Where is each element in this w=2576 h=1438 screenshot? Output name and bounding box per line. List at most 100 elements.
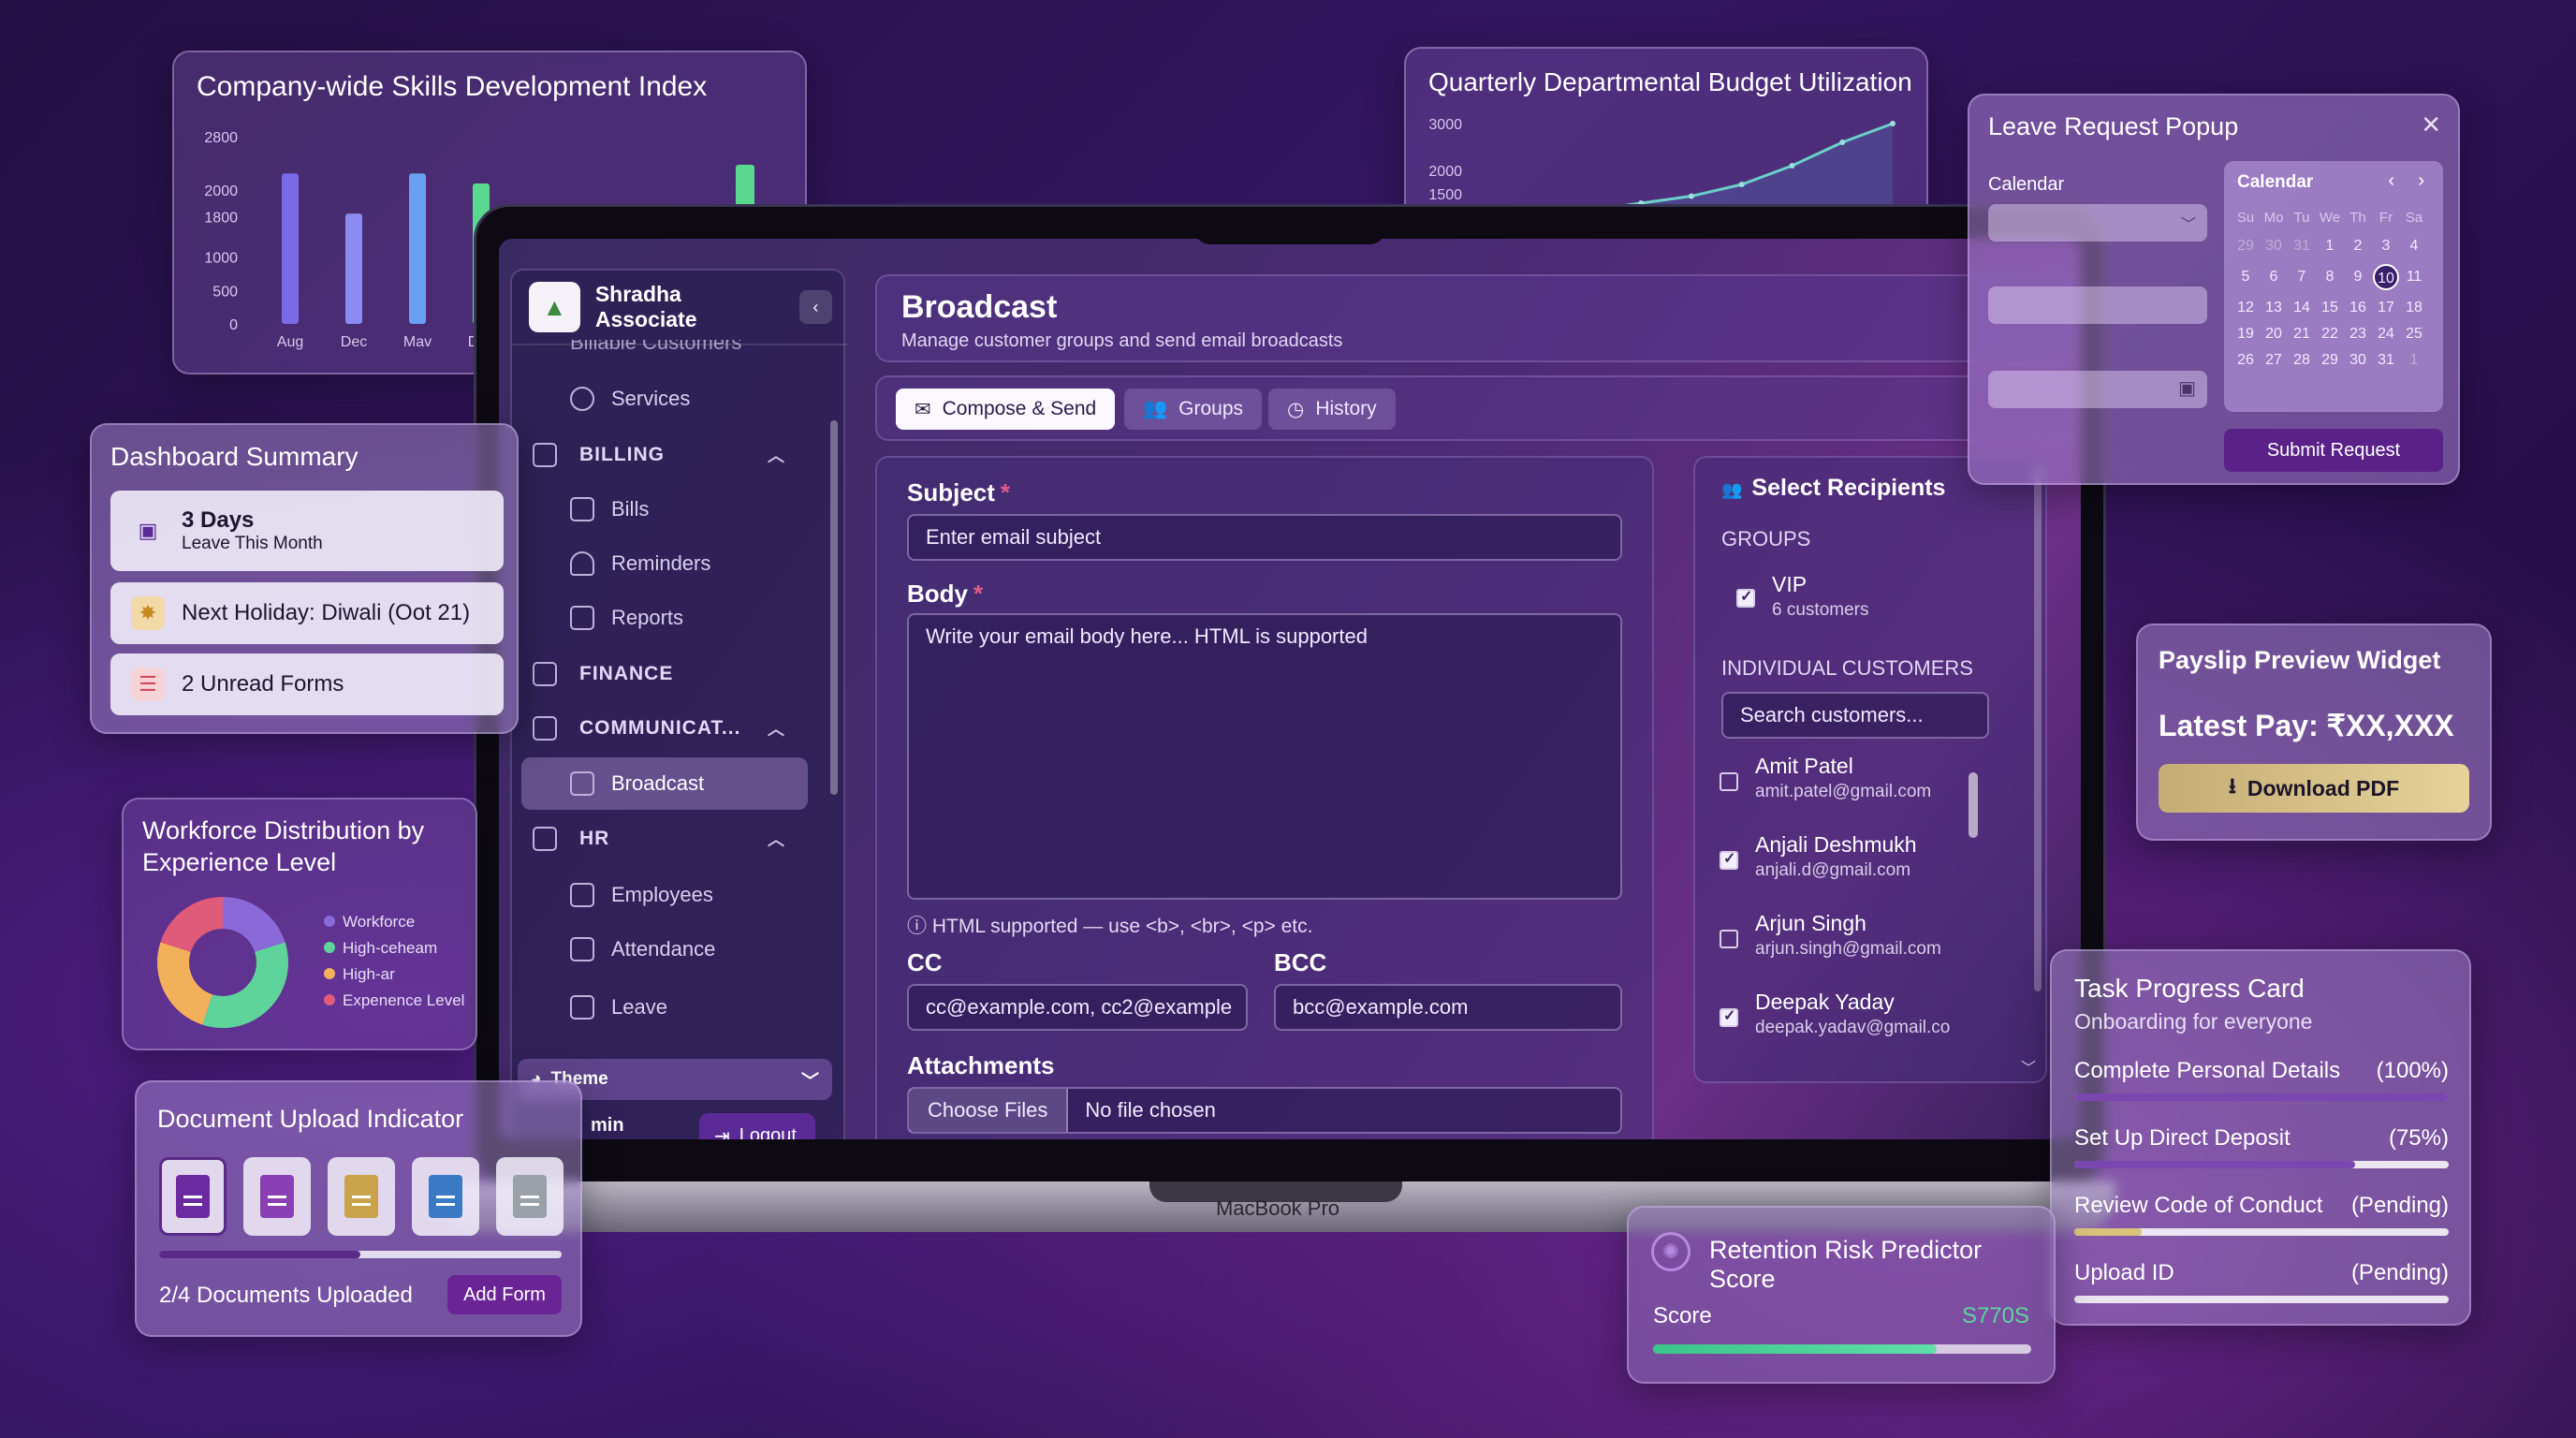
calendar-day[interactable]: 3	[2372, 233, 2400, 259]
tab-history[interactable]: ◷ History	[1268, 389, 1396, 430]
weekday-label: Mo	[2263, 210, 2284, 226]
customer-checkbox[interactable]	[1720, 772, 1738, 791]
document-icon	[243, 1157, 311, 1236]
submit-request-button[interactable]: Submit Request	[2224, 429, 2443, 472]
sidebar-item-attendance[interactable]: Attendance	[570, 937, 715, 961]
vip-checkbox[interactable]	[1736, 587, 1755, 608]
calendar-day[interactable]: 15	[2316, 295, 2344, 321]
collapse-sidebar-button[interactable]: ‹	[798, 290, 832, 324]
sidebar-item-bills[interactable]: Bills	[570, 497, 649, 521]
customer-checkbox[interactable]	[1720, 1006, 1738, 1027]
calendar-day[interactable]: 6	[2260, 259, 2288, 295]
calendar-day[interactable]: 11	[2400, 259, 2428, 295]
calendar-day[interactable]: 22	[2316, 321, 2344, 347]
calendar-day[interactable]: 29	[2316, 347, 2344, 374]
leave-summary-row[interactable]: ▣ 3 Days Leave This Month	[110, 491, 504, 571]
page-subtitle: Manage customer groups and send email br…	[901, 330, 1343, 351]
calendar-day[interactable]: 4	[2400, 233, 2428, 259]
calendar-day[interactable]: 20	[2260, 321, 2288, 347]
calendar-day[interactable]: 12	[2232, 295, 2260, 321]
date-field[interactable]: ▣	[1988, 371, 2207, 408]
calendar-day[interactable]: 2	[2344, 233, 2372, 259]
calendar-day[interactable]: 31	[2372, 347, 2400, 374]
file-input[interactable]: Choose Files No file chosen	[907, 1087, 1622, 1134]
download-pdf-button[interactable]: ⭳ Download PDF	[2159, 764, 2469, 813]
body-label: Body *	[907, 580, 984, 608]
calendar-day[interactable]: 7	[2288, 259, 2316, 295]
close-icon[interactable]: ✕	[2421, 110, 2441, 139]
forms-text: 2 Unread Forms	[182, 671, 344, 697]
sidebar-brand[interactable]: ▲ Shradha Associate ‹	[512, 271, 847, 345]
calendar-day[interactable]: 18	[2400, 295, 2428, 321]
body-textarea[interactable]: Write your email body here... HTML is su…	[907, 613, 1622, 900]
sidebar-item-employees[interactable]: Employees	[570, 883, 713, 907]
brand-logo-icon: ▲	[529, 282, 580, 332]
sidebar-section-billing[interactable]: BILLING ︿	[533, 443, 785, 467]
sidebar-item-label: Broadcast	[611, 771, 705, 795]
calendar-day[interactable]: 30	[2344, 347, 2372, 374]
forms-row[interactable]: ☰ 2 Unread Forms	[110, 653, 504, 715]
data-point	[1839, 139, 1846, 145]
task-status: (75%)	[2388, 1125, 2449, 1151]
calendar-day[interactable]: 8	[2316, 259, 2344, 295]
calendar-day[interactable]: 17	[2372, 295, 2400, 321]
calendar-day[interactable]: 21	[2288, 321, 2316, 347]
calendar-day[interactable]: 19	[2232, 321, 2260, 347]
calendar-day[interactable]: 30	[2260, 233, 2288, 259]
list-scroll-thumb[interactable]	[1969, 772, 1978, 838]
customer-checkbox[interactable]	[1720, 849, 1738, 870]
holiday-row[interactable]: ✸ Next Holiday: Diwali (Oot 21)	[110, 582, 504, 644]
calendar-day[interactable]: 25	[2400, 321, 2428, 347]
calendar-day[interactable]: 29	[2232, 233, 2260, 259]
calendar-day[interactable]: 31	[2288, 233, 2316, 259]
next-month-button[interactable]: ›	[2418, 170, 2424, 192]
sidebar-section-hr[interactable]: HR ︿	[533, 827, 785, 851]
bcc-input[interactable]: bcc@example.com	[1274, 984, 1622, 1031]
panel-scrollbar[interactable]	[2034, 467, 2042, 991]
calendar-day[interactable]: 14	[2288, 295, 2316, 321]
customer-search-input[interactable]: Search customers...	[1721, 692, 1989, 739]
chevron-down-icon[interactable]: ﹀	[2021, 1055, 2036, 1078]
calendar-day[interactable]: 27	[2260, 347, 2288, 374]
calendar-day[interactable]: 9	[2344, 259, 2372, 295]
sidebar-item-broadcast[interactable]: Broadcast	[521, 757, 808, 810]
y-tick-label: 1000	[204, 251, 238, 267]
calendar-dropdown[interactable]: ﹀	[1988, 204, 2207, 242]
logout-button[interactable]: ⇥ Logout	[699, 1113, 815, 1139]
calendar-day[interactable]: 1	[2316, 233, 2344, 259]
leave-sub: Leave This Month	[182, 534, 323, 553]
tab-groups[interactable]: 👥 Groups	[1124, 389, 1263, 430]
prev-month-button[interactable]: ‹	[2388, 170, 2394, 192]
sidebar-item-billable[interactable]: Billable Customers	[570, 340, 741, 359]
calendar-grid[interactable]: Su Mo Tu We Th Fr Sa 29 30 31 1 2 3 4 5 6 7 8 9 10 11 12 13 14 1…	[2232, 210, 2428, 374]
sidebar-section-communication[interactable]: COMMUNICAT... ︿	[533, 716, 785, 741]
calendar-day[interactable]: 16	[2344, 295, 2372, 321]
calendar-day[interactable]: 13	[2260, 295, 2288, 321]
cc-input[interactable]: cc@example.com, cc2@example	[907, 984, 1248, 1031]
latest-pay: Latest Pay: ₹XX,XXX	[2159, 709, 2454, 742]
task-row: Complete Personal Details (100%)	[2074, 1058, 2449, 1084]
section-label: COMMUNICAT...	[579, 717, 741, 739]
calendar-day[interactable]: 10	[2372, 259, 2400, 295]
sidebar-item-reports[interactable]: Reports	[570, 606, 683, 630]
customer-email: amit.patel@gmail.com	[1755, 782, 1932, 801]
sidebar-item-reminders[interactable]: Reminders	[570, 551, 710, 576]
tab-compose[interactable]: ✉ Compose & Send	[896, 389, 1116, 430]
subject-input[interactable]: Enter email subject	[907, 514, 1622, 561]
sidebar: ▲ Shradha Associate ‹ Billable Customers…	[510, 269, 847, 1139]
customer-checkbox[interactable]	[1720, 930, 1738, 948]
choose-files-button[interactable]: Choose Files	[909, 1089, 1069, 1132]
add-form-button[interactable]: Add Form	[447, 1275, 562, 1314]
sidebar-section-finance[interactable]: FINANCE	[533, 662, 785, 686]
calendar-day[interactable]: 5	[2232, 259, 2260, 295]
sidebar-scrollbar[interactable]	[830, 420, 838, 795]
calendar-day[interactable]: 23	[2344, 321, 2372, 347]
sidebar-item-services[interactable]: Services	[570, 387, 690, 411]
leave-field[interactable]	[1988, 286, 2207, 324]
sidebar-item-leave[interactable]: Leave	[570, 995, 667, 1020]
calendar-day[interactable]: 26	[2232, 347, 2260, 374]
calendar-day[interactable]: 28	[2288, 347, 2316, 374]
calendar-day[interactable]: 24	[2372, 321, 2400, 347]
calendar-day[interactable]: 1	[2400, 347, 2428, 374]
y-tick-label: 2000	[1428, 164, 1462, 180]
